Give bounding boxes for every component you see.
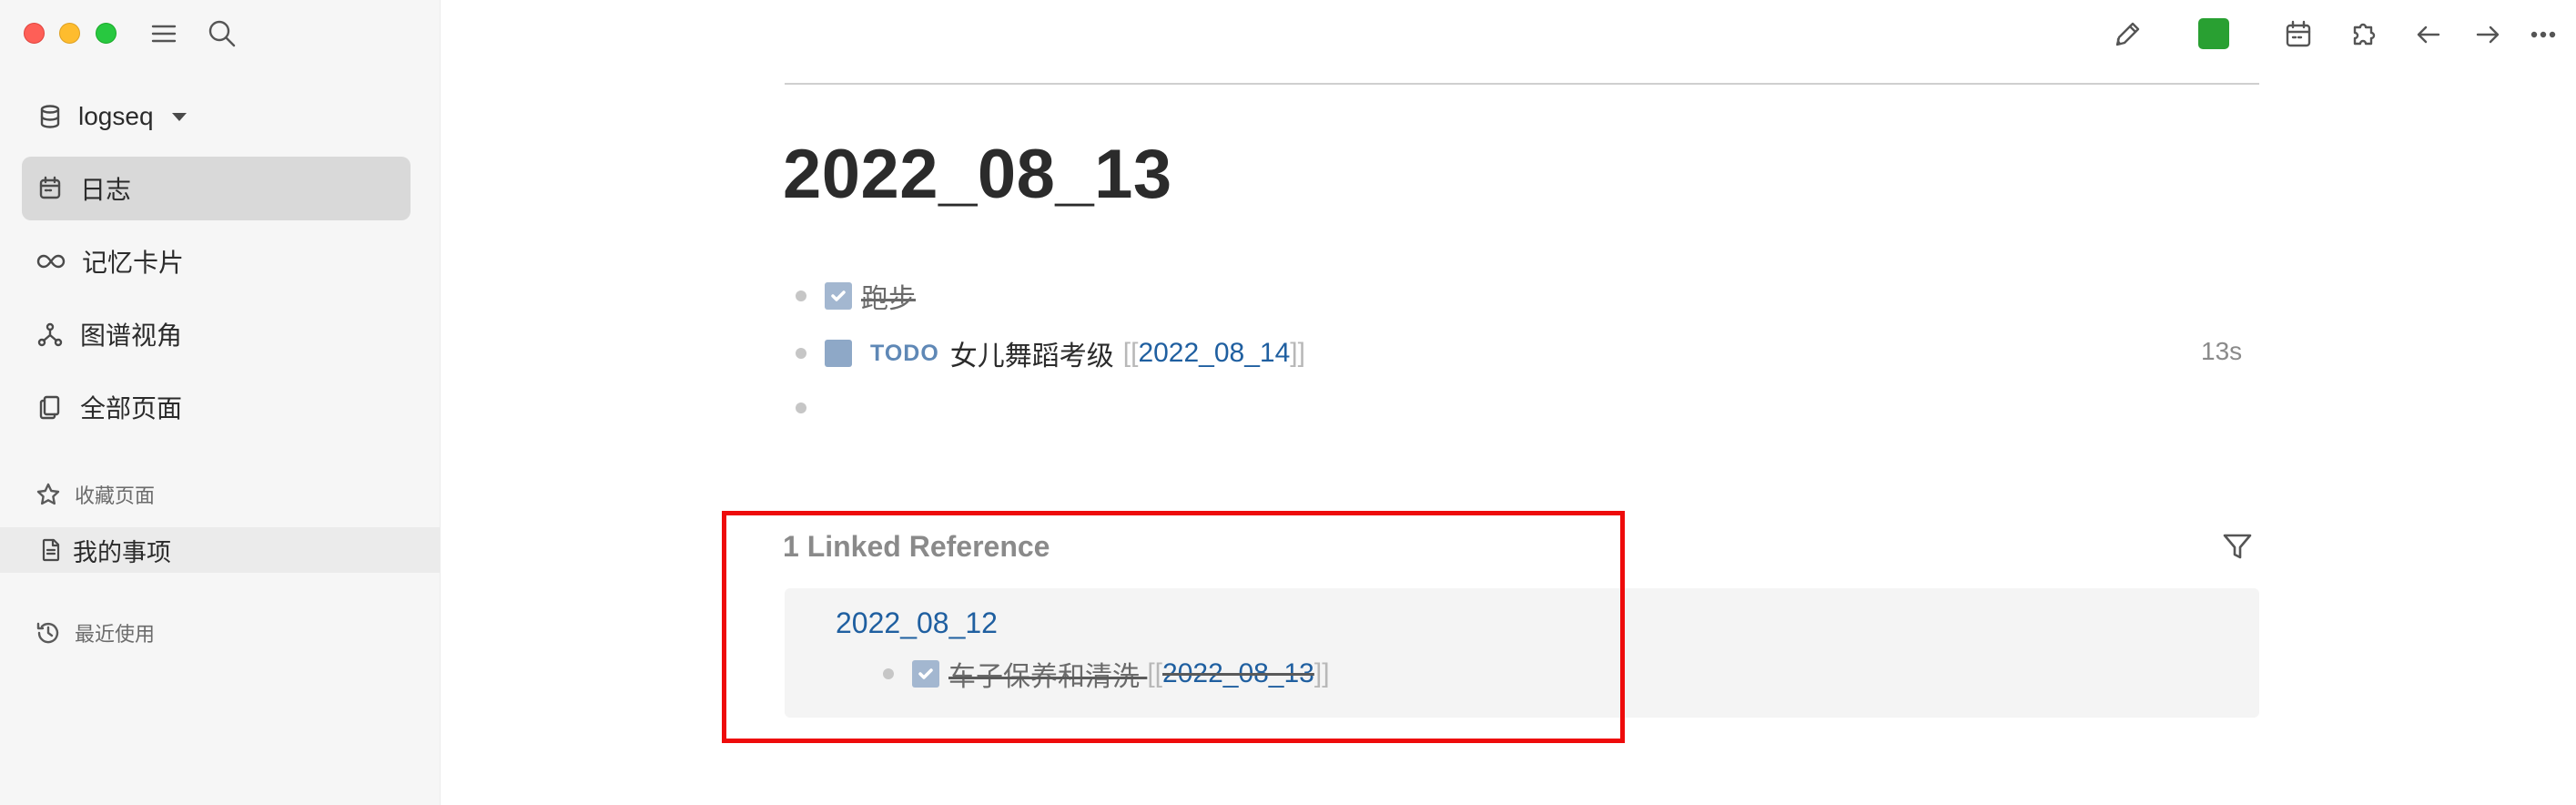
search-button[interactable] xyxy=(204,15,240,52)
database-icon xyxy=(40,105,60,128)
page-title[interactable]: 2022_08_13 xyxy=(783,135,1172,214)
logseq-window: logseq 日志 记忆卡片 图谱视角 全部页面 收藏页面 我的事项 最近使用 … xyxy=(0,0,2576,805)
block-bullet[interactable] xyxy=(796,290,806,301)
page-icon xyxy=(42,538,60,562)
search-icon xyxy=(208,20,236,47)
zoom-window-button[interactable] xyxy=(96,23,117,44)
sidebar-item-label: 记忆卡片 xyxy=(82,249,185,277)
puzzle-icon xyxy=(2353,23,2376,46)
references-filter-button[interactable] xyxy=(2217,526,2257,566)
page-reference-link[interactable]: 2022_08_14 xyxy=(1138,338,1290,369)
more-button[interactable] xyxy=(2525,16,2561,53)
history-icon xyxy=(36,622,59,644)
annotation-highlight-box xyxy=(722,511,1625,743)
menu-icon xyxy=(151,25,177,43)
forward-button[interactable] xyxy=(2470,16,2506,53)
calendar-icon xyxy=(39,176,61,199)
journal-divider xyxy=(785,83,2259,85)
favorite-item-label: 我的事项 xyxy=(73,538,171,566)
more-icon xyxy=(2530,31,2556,38)
recent-section-header[interactable]: 最近使用 xyxy=(35,615,155,651)
minimize-window-button[interactable] xyxy=(59,23,80,44)
calendar-icon xyxy=(2286,20,2311,47)
block-text: 女儿舞蹈考级 xyxy=(949,341,1114,372)
sync-status-icon[interactable] xyxy=(2198,18,2229,49)
sidebar-item-label: 日志 xyxy=(80,176,132,204)
arrow-right-icon xyxy=(2476,25,2500,44)
block-todo-dance-exam[interactable]: TODO 女儿舞蹈考级 [[ 2022_08_14 ]] xyxy=(785,333,1305,373)
sidebar-item-flashcards[interactable]: 记忆卡片 xyxy=(22,229,411,293)
graph-name: logseq xyxy=(78,102,154,130)
task-checkbox[interactable] xyxy=(825,340,852,367)
favorite-item-my-tasks[interactable]: 我的事项 xyxy=(0,527,440,573)
close-window-button[interactable] xyxy=(24,23,45,44)
star-icon xyxy=(36,483,60,505)
sidebar-item-journals[interactable]: 日志 xyxy=(22,157,411,220)
sidebar-item-label: 图谱视角 xyxy=(80,321,183,350)
block-empty[interactable] xyxy=(785,388,825,428)
back-button[interactable] xyxy=(2410,16,2447,53)
todo-marker[interactable]: TODO xyxy=(870,341,939,367)
arrow-left-icon xyxy=(2417,25,2440,44)
sidebar-item-label: 全部页面 xyxy=(80,394,183,423)
favorites-section-header[interactable]: 收藏页面 xyxy=(35,476,155,513)
graph-icon xyxy=(37,322,63,347)
block-bullet[interactable] xyxy=(796,402,806,413)
graph-selector[interactable]: logseq xyxy=(36,98,187,135)
edit-button[interactable] xyxy=(2109,16,2145,53)
infinity-icon xyxy=(36,254,66,269)
block-text: 跑步 xyxy=(861,284,916,314)
toggle-sidebar-button[interactable] xyxy=(146,15,182,52)
left-sidebar: logseq 日志 记忆卡片 图谱视角 全部页面 收藏页面 我的事项 最近使用 xyxy=(0,0,441,805)
ref-close-bracket: ]] xyxy=(1290,338,1305,368)
pencil-icon xyxy=(2115,22,2140,46)
task-timer: 13s xyxy=(2201,337,2243,365)
task-checkbox[interactable] xyxy=(825,282,852,310)
pages-icon xyxy=(39,395,60,420)
sidebar-item-all-pages[interactable]: 全部页面 xyxy=(22,375,411,439)
block-bullet[interactable] xyxy=(796,348,806,359)
journals-calendar-button[interactable] xyxy=(2280,16,2317,53)
favorites-title: 收藏页面 xyxy=(75,484,156,507)
chevron-down-icon xyxy=(171,112,187,121)
block-done-running[interactable]: 跑步 xyxy=(785,276,916,316)
ref-open-bracket: [[ xyxy=(1122,338,1139,368)
recent-title: 最近使用 xyxy=(75,623,156,646)
sidebar-item-graph-view[interactable]: 图谱视角 xyxy=(22,302,411,366)
filter-icon xyxy=(2223,534,2252,559)
plugins-button[interactable] xyxy=(2346,16,2382,53)
check-icon xyxy=(831,290,846,301)
